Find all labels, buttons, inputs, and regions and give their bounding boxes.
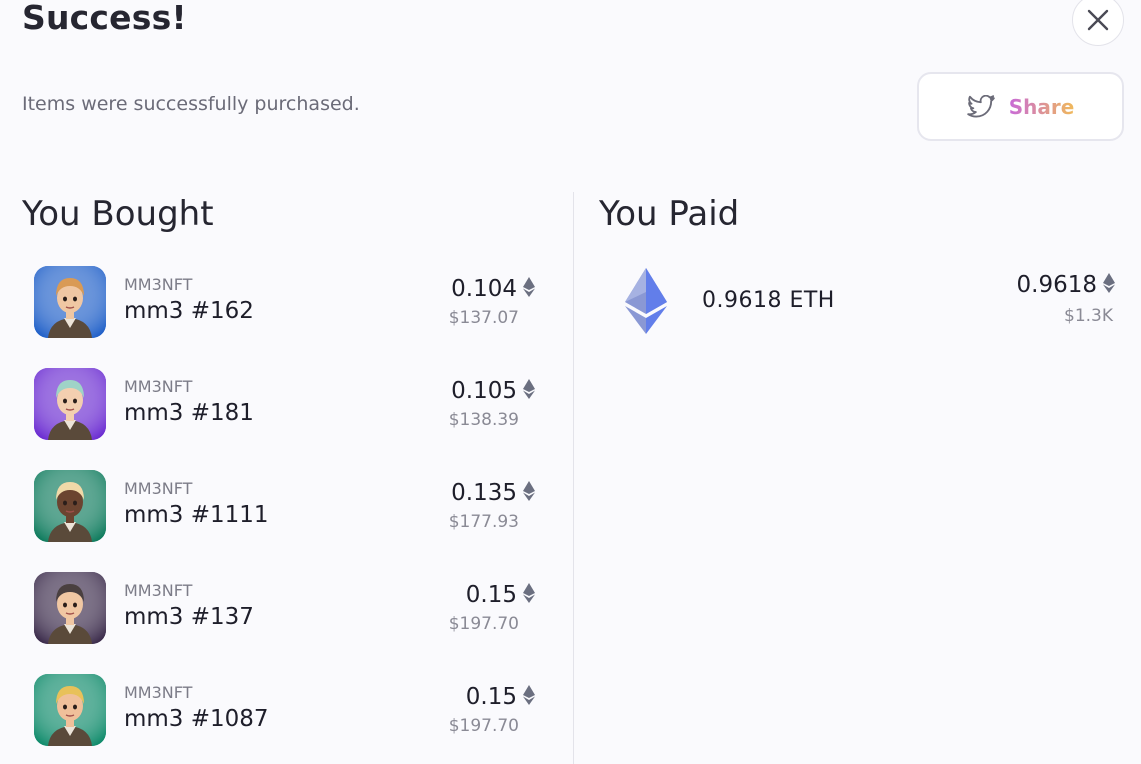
collection-name: MM3NFT bbox=[124, 479, 193, 498]
eth-icon bbox=[523, 481, 535, 505]
nft-avatar bbox=[34, 266, 106, 338]
twitter-icon bbox=[966, 94, 995, 118]
eth-price: 0.105 bbox=[451, 378, 517, 404]
usd-price: $197.70 bbox=[448, 614, 519, 634]
purchase-success-dialog: Success! Items were successfully purchas… bbox=[0, 0, 1141, 764]
bought-items-list: MM3NFT mm3 #162 0.104 $137.07 MM3NFT mm3… bbox=[34, 266, 539, 764]
bought-item[interactable]: MM3NFT mm3 #1087 0.15 $197.70 bbox=[34, 674, 539, 746]
eth-icon bbox=[523, 685, 535, 709]
collection-name: MM3NFT bbox=[124, 581, 193, 600]
eth-price: 0.9618 bbox=[1016, 272, 1097, 298]
paid-amount: 0.9618 ETH bbox=[702, 288, 835, 313]
collection-name: MM3NFT bbox=[124, 275, 193, 294]
eth-icon bbox=[1103, 273, 1115, 297]
eth-price: 0.15 bbox=[465, 684, 517, 710]
item-name: mm3 #1087 bbox=[124, 706, 269, 732]
item-price: 0.104 $137.07 bbox=[449, 276, 535, 328]
bought-item[interactable]: MM3NFT mm3 #1111 0.135 $177.93 bbox=[34, 470, 539, 542]
item-price: 0.135 $177.93 bbox=[449, 480, 535, 532]
success-message: Items were successfully purchased. bbox=[22, 93, 360, 115]
ethereum-logo-icon bbox=[625, 268, 667, 338]
eth-icon bbox=[523, 277, 535, 301]
dialog-title: Success! bbox=[22, 0, 187, 37]
bought-item[interactable]: MM3NFT mm3 #137 0.15 $197.70 bbox=[34, 572, 539, 644]
bought-item[interactable]: MM3NFT mm3 #162 0.104 $137.07 bbox=[34, 266, 539, 338]
usd-price: $137.07 bbox=[448, 308, 519, 328]
you-paid-heading: You Paid bbox=[599, 194, 740, 234]
collection-name: MM3NFT bbox=[124, 683, 193, 702]
share-label: Share bbox=[1008, 94, 1075, 119]
item-price: 0.105 $138.39 bbox=[449, 378, 535, 430]
paid-price: 0.9618 $1.3K bbox=[1017, 272, 1115, 326]
close-icon bbox=[1087, 9, 1109, 31]
item-name: mm3 #137 bbox=[124, 604, 254, 630]
share-button[interactable]: Share bbox=[917, 72, 1124, 141]
eth-price: 0.15 bbox=[465, 582, 517, 608]
collection-name: MM3NFT bbox=[124, 377, 193, 396]
usd-price: $138.39 bbox=[448, 410, 519, 430]
eth-price: 0.104 bbox=[451, 276, 517, 302]
eth-price: 0.135 bbox=[451, 480, 517, 506]
usd-price: $177.93 bbox=[448, 512, 519, 532]
item-name: mm3 #181 bbox=[124, 400, 254, 426]
usd-price: $1.3K bbox=[1064, 306, 1113, 326]
eth-icon bbox=[523, 379, 535, 403]
item-price: 0.15 $197.70 bbox=[449, 684, 535, 736]
close-button[interactable] bbox=[1072, 0, 1124, 46]
you-bought-heading: You Bought bbox=[22, 194, 214, 234]
bought-item[interactable]: MM3NFT mm3 #181 0.105 $138.39 bbox=[34, 368, 539, 440]
nft-avatar bbox=[34, 674, 106, 746]
eth-icon bbox=[523, 583, 535, 607]
nft-avatar bbox=[34, 572, 106, 644]
paid-row: 0.9618 ETH 0.9618 $1.3K bbox=[625, 268, 1115, 338]
column-divider bbox=[573, 192, 574, 764]
item-price: 0.15 $197.70 bbox=[449, 582, 535, 634]
item-name: mm3 #162 bbox=[124, 298, 254, 324]
nft-avatar bbox=[34, 470, 106, 542]
usd-price: $197.70 bbox=[448, 716, 519, 736]
item-name: mm3 #1111 bbox=[124, 502, 269, 528]
nft-avatar bbox=[34, 368, 106, 440]
